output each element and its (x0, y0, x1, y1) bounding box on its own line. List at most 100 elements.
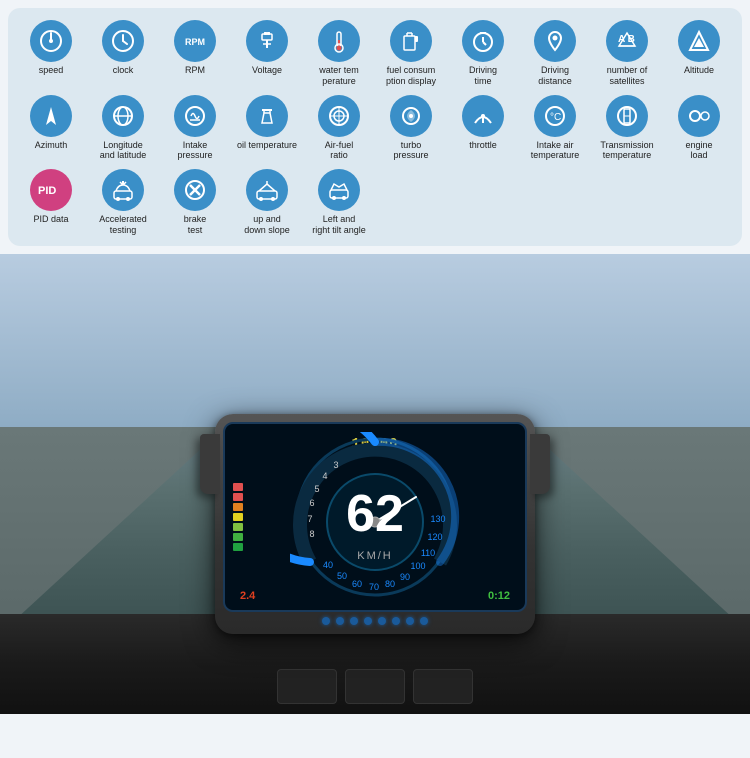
clock-icon (102, 20, 144, 62)
altitude-icon (678, 20, 720, 62)
feature-engine-load: engineload (664, 93, 734, 164)
feature-longitude: Longitudeand latitude (88, 93, 158, 164)
throttle-label: throttle (469, 140, 497, 151)
svg-text:3: 3 (333, 460, 338, 470)
oil-temp-label: oil temperature (237, 140, 297, 151)
device-body: 10:00 (215, 414, 535, 634)
vent-left (277, 669, 337, 704)
feature-air-fuel: Air-fuelratio (304, 93, 374, 164)
stat-right: 0:12 (488, 590, 510, 602)
led-4 (364, 617, 372, 625)
bottom-stats: 2.4 0:12 (225, 590, 525, 602)
feature-throttle: throttle (448, 93, 518, 164)
led-5 (378, 617, 386, 625)
longitude-label: Longitudeand latitude (100, 140, 147, 162)
vent-right (413, 669, 473, 704)
accel-test-label: Acceleratedtesting (99, 214, 147, 236)
speed-number: 62 (346, 484, 404, 544)
longitude-icon (102, 95, 144, 137)
svg-text:4: 4 (322, 471, 327, 481)
feature-panel: speed clock RPM RPM Voltage water temper… (8, 8, 742, 246)
intake-pressure-icon (174, 95, 216, 137)
svg-text:90: 90 (400, 572, 410, 582)
slope-label: up anddown slope (244, 214, 290, 236)
brake-test-icon (174, 169, 216, 211)
svg-text:5: 5 (314, 484, 319, 494)
azimuth-icon (30, 95, 72, 137)
voltage-icon (246, 20, 288, 62)
driving-time-label: Drivingtime (469, 65, 497, 87)
accel-test-icon (102, 169, 144, 211)
led-1 (322, 617, 330, 625)
intake-pressure-label: Intakepressure (177, 140, 212, 162)
water-temp-label: water temperature (319, 65, 359, 87)
feature-rpm: RPM RPM (160, 18, 230, 89)
feature-intake-air: °C Intake airtemperature (520, 93, 590, 164)
altitude-label: Altitude (684, 65, 714, 76)
turbo-icon (390, 95, 432, 137)
hud-device: 10:00 (215, 414, 535, 654)
led-8 (420, 617, 428, 625)
led-7 (406, 617, 414, 625)
brake-test-label: braketest (184, 214, 207, 236)
feature-turbo: turbopressure (376, 93, 446, 164)
svg-text:RPM: RPM (185, 37, 205, 47)
feature-transmission: Transmissiontemperature (592, 93, 662, 164)
led-2 (336, 617, 344, 625)
feature-speed: speed (16, 18, 86, 89)
satellites-icon: A B (606, 20, 648, 62)
rpm-label: RPM (185, 65, 205, 76)
intake-air-label: Intake airtemperature (531, 140, 580, 162)
pid-icon: PID (30, 169, 72, 211)
svg-text:°C: °C (550, 112, 561, 123)
feature-altitude: Altitude (664, 18, 734, 89)
feature-accel-test: Acceleratedtesting (88, 167, 158, 238)
driving-distance-icon (534, 20, 576, 62)
left-bar-indicators (233, 483, 243, 551)
feature-fuel: fuel consumption display (376, 18, 446, 89)
feature-slope: up anddown slope (232, 167, 302, 238)
led-3 (350, 617, 358, 625)
oil-temp-icon (246, 95, 288, 137)
svg-text:60: 60 (352, 579, 362, 589)
transmission-icon (606, 95, 648, 137)
svg-text:7: 7 (307, 514, 312, 524)
svg-text:80: 80 (385, 579, 395, 589)
clock-label: clock (113, 65, 134, 76)
svg-text:6: 6 (309, 498, 314, 508)
intake-air-icon: °C (534, 95, 576, 137)
car-display-section: 10:00 (0, 254, 750, 714)
engine-load-icon (678, 95, 720, 137)
stat-left: 2.4 (240, 590, 255, 602)
feature-intake-pressure: Intakepressure (160, 93, 230, 164)
throttle-icon (462, 95, 504, 137)
feature-water-temp: water temperature (304, 18, 374, 89)
satellites-label: number ofsatellites (607, 65, 648, 87)
svg-text:PID: PID (38, 185, 56, 197)
svg-text:130: 130 (430, 514, 445, 524)
feature-azimuth: Azimuth (16, 93, 86, 164)
fuel-label: fuel consumption display (386, 65, 436, 87)
driving-time-icon (462, 20, 504, 62)
feature-tilt: Left andright tilt angle (304, 167, 374, 238)
device-screen: 10:00 (223, 422, 527, 612)
feature-satellites: A B number ofsatellites (592, 18, 662, 89)
feature-oil-temp: oil temperature (232, 93, 302, 164)
air-fuel-label: Air-fuelratio (325, 140, 354, 162)
feature-clock: clock (88, 18, 158, 89)
rpm-icon: RPM (174, 20, 216, 62)
led-6 (392, 617, 400, 625)
speedometer-container: 130 120 110 100 90 80 70 60 50 40 8 7 6 (225, 424, 525, 610)
svg-text:120: 120 (427, 532, 442, 542)
tilt-icon (318, 169, 360, 211)
svg-text:100: 100 (410, 561, 425, 571)
air-fuel-icon (318, 95, 360, 137)
engine-load-label: engineload (685, 140, 712, 162)
water-temp-icon (318, 20, 360, 62)
pid-label: PID data (33, 214, 68, 225)
turbo-label: turbopressure (393, 140, 428, 162)
feature-brake-test: braketest (160, 167, 230, 238)
transmission-label: Transmissiontemperature (600, 140, 653, 162)
azimuth-label: Azimuth (35, 140, 68, 151)
speed-label: speed (39, 65, 64, 76)
